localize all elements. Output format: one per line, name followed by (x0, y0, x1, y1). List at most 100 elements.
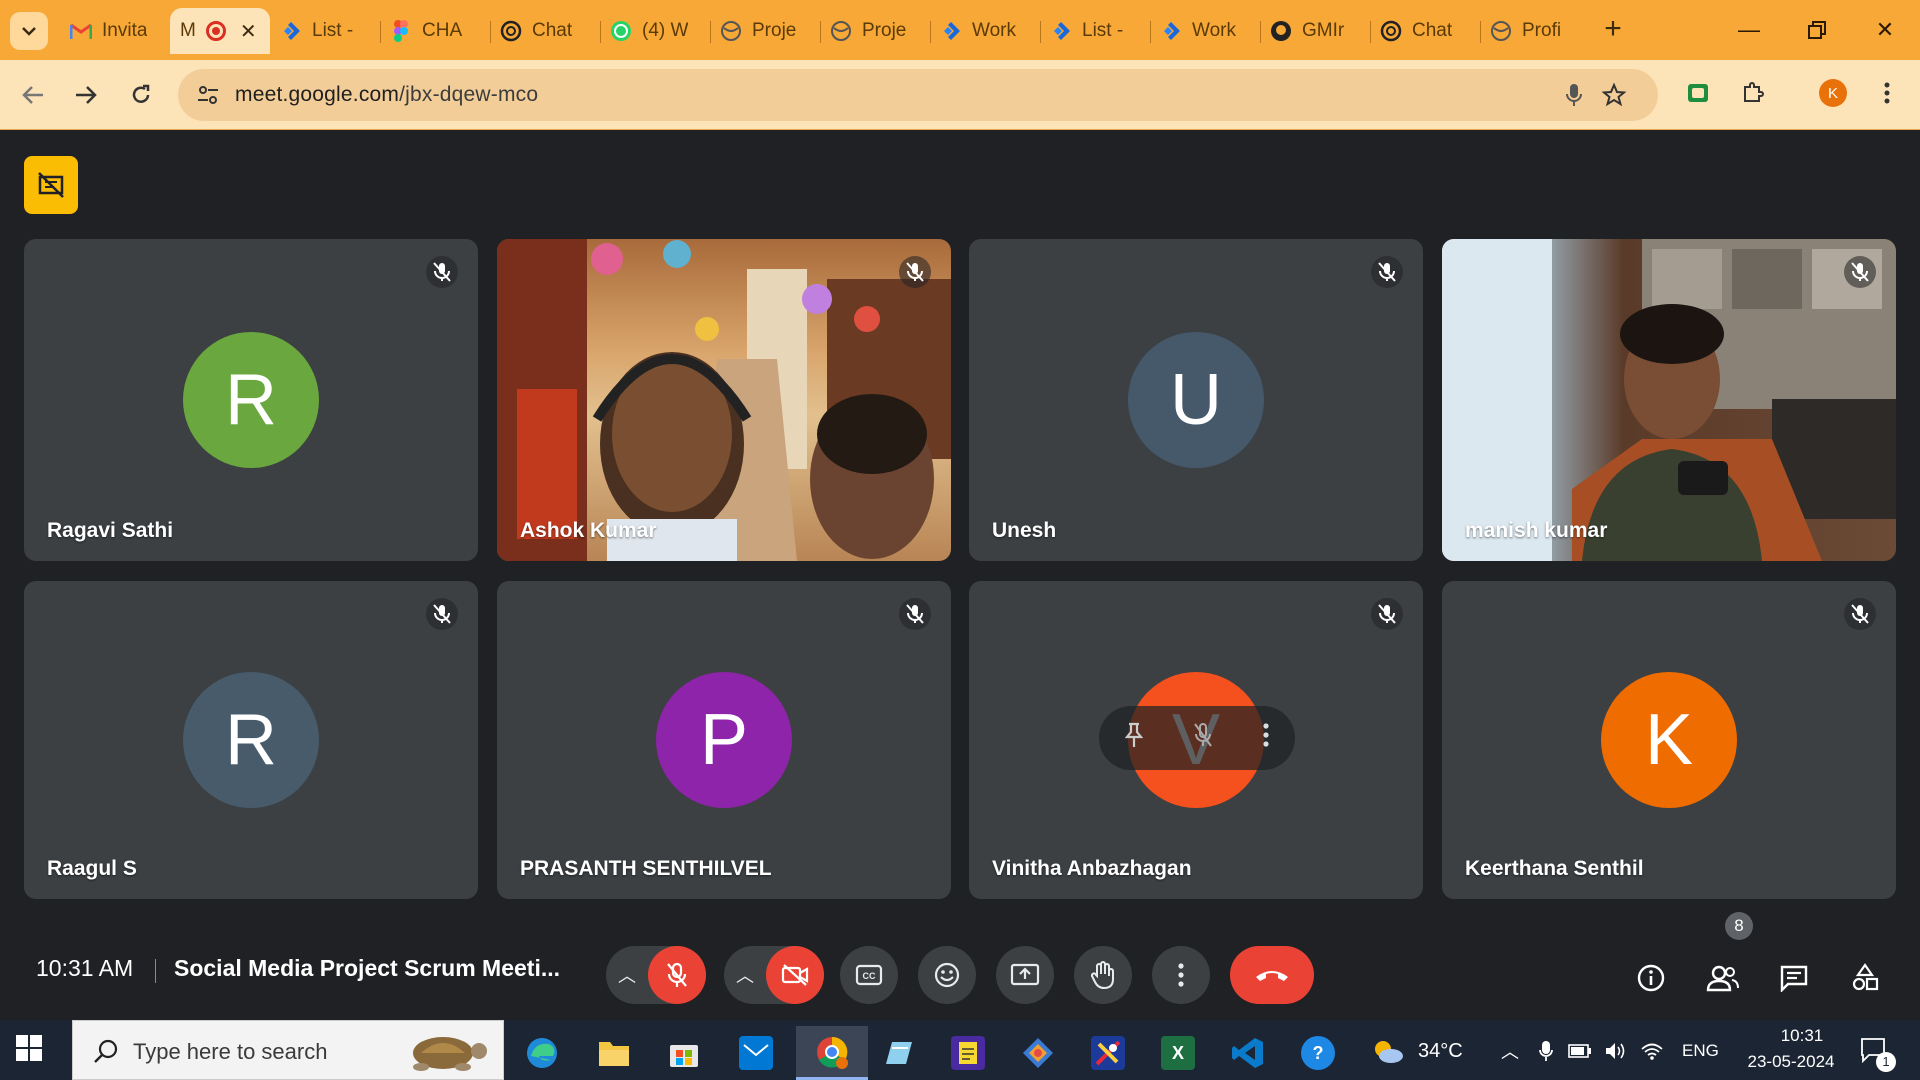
tab-label: Chat (1412, 20, 1453, 41)
participant-count-badge: 8 (1725, 912, 1753, 940)
profile-button[interactable]: K (1816, 76, 1850, 110)
reactions-button[interactable] (918, 946, 976, 1004)
present-screen-icon (1010, 963, 1040, 986)
jira-icon (1160, 20, 1182, 42)
github-icon (1270, 20, 1292, 42)
tab-label: Chat (532, 20, 573, 41)
microphone-control: ︿ (606, 946, 706, 1004)
extension-green-icon[interactable] (1681, 76, 1715, 110)
volume-icon[interactable] (1604, 1039, 1628, 1063)
taskbar-notepad[interactable] (868, 1026, 928, 1080)
taskbar-edge[interactable] (512, 1026, 572, 1080)
activities-button[interactable] (1846, 959, 1884, 997)
taskbar-chrome[interactable] (796, 1026, 868, 1080)
globe-icon (720, 20, 742, 42)
tab-github[interactable]: GMIr (1260, 8, 1370, 54)
captions-button[interactable]: CC (840, 946, 898, 1004)
tab-list: Invita M ✕ List - CHA Chat (4) W Proje P… (60, 8, 1590, 54)
participant-tile[interactable]: V Vinitha Anbazhagan (969, 581, 1423, 899)
globe-icon (1490, 20, 1512, 42)
voice-search-icon[interactable] (1561, 82, 1587, 108)
tab-meet[interactable]: M ✕ (170, 8, 270, 54)
address-bar[interactable]: meet.google.com/jbx-dqew-mco (178, 69, 1658, 121)
clock-time[interactable]: 10:31 (1762, 1026, 1842, 1046)
participant-tile[interactable]: manish kumar (1442, 239, 1896, 561)
pin-icon[interactable] (1124, 722, 1144, 754)
participant-tile[interactable]: K Keerthana Senthil (1442, 581, 1896, 899)
site-settings-icon[interactable] (196, 83, 220, 107)
participant-tile[interactable]: Ashok Kumar (497, 239, 951, 561)
tab-jira-list[interactable]: List - (270, 8, 380, 54)
mic-off-icon (1371, 598, 1403, 630)
camera-toggle-button[interactable] (766, 946, 824, 1004)
participant-avatar: R (183, 672, 319, 808)
meeting-details-button[interactable] (1632, 959, 1670, 997)
bookmark-star-icon[interactable] (1601, 82, 1627, 108)
tab-whatsapp[interactable]: (4) W (600, 8, 710, 54)
minimize-button[interactable]: — (1724, 10, 1774, 50)
microphone-tray-icon[interactable] (1534, 1039, 1558, 1063)
extensions-puzzle-icon[interactable] (1736, 76, 1770, 110)
chatgpt-icon (500, 20, 522, 42)
more-options-icon[interactable] (1263, 723, 1269, 753)
tab-jira-work-1[interactable]: Work (930, 8, 1040, 54)
taskbar-search-box[interactable]: Type here to search (72, 1020, 504, 1080)
battery-icon[interactable] (1568, 1039, 1592, 1063)
chat-button[interactable] (1775, 959, 1813, 997)
weather-icon[interactable] (1370, 1039, 1406, 1063)
reload-button[interactable] (122, 76, 160, 114)
leave-call-button[interactable] (1230, 946, 1314, 1004)
clock-date[interactable]: 23-05-2024 (1736, 1052, 1846, 1072)
video-options-chevron-icon[interactable]: ︿ (724, 962, 766, 988)
participant-tile[interactable]: P PRASANTH SENTHILVEL (497, 581, 951, 899)
input-language[interactable]: ENG (1682, 1041, 1719, 1061)
taskbar-vscode[interactable] (1218, 1026, 1278, 1080)
back-button[interactable] (14, 76, 52, 114)
tab-profile[interactable]: Profi (1480, 8, 1590, 54)
raise-hand-button[interactable] (1074, 946, 1132, 1004)
tab-gmail[interactable]: Invita (60, 8, 170, 54)
weather-temp[interactable]: 34°C (1418, 1040, 1463, 1063)
camera-off-icon (38, 172, 64, 198)
participant-tile[interactable]: R Ragavi Sathi (24, 239, 478, 561)
close-tab-icon[interactable]: ✕ (240, 19, 257, 44)
forward-button[interactable] (67, 76, 105, 114)
participant-tile[interactable]: U Unesh (969, 239, 1423, 561)
chatgpt-icon (1380, 20, 1402, 42)
divider (155, 959, 156, 983)
mic-off-icon (1844, 598, 1876, 630)
mute-participant-icon[interactable] (1194, 722, 1212, 754)
audio-options-chevron-icon[interactable]: ︿ (606, 962, 648, 988)
taskbar-sourcetree[interactable] (1008, 1026, 1068, 1080)
tab-project-1[interactable]: Proje (710, 8, 820, 54)
tab-search-button[interactable] (10, 12, 48, 50)
tray-overflow-chevron-icon[interactable]: ︿ (1498, 1039, 1522, 1063)
taskbar-sticky-notes[interactable] (938, 1026, 998, 1080)
browser-menu-icon[interactable] (1870, 76, 1904, 110)
tab-chatgpt-2[interactable]: Chat (1370, 8, 1480, 54)
start-button[interactable] (14, 1033, 48, 1067)
participant-tile[interactable]: R Raagul S (24, 581, 478, 899)
people-button[interactable] (1704, 959, 1742, 997)
globe-icon (830, 20, 852, 42)
taskbar-help[interactable]: ? (1288, 1026, 1348, 1080)
camera-off-notice-button[interactable] (24, 156, 78, 214)
taskbar-excel[interactable]: X (1148, 1026, 1208, 1080)
tab-project-2[interactable]: Proje (820, 8, 930, 54)
taskbar-mail[interactable] (726, 1026, 786, 1080)
taskbar-store[interactable] (654, 1026, 714, 1080)
tab-jira-list-2[interactable]: List - (1040, 8, 1150, 54)
taskbar-file-explorer[interactable] (584, 1026, 644, 1080)
wifi-icon[interactable] (1640, 1039, 1664, 1063)
tab-chatgpt[interactable]: Chat (490, 8, 600, 54)
mic-toggle-button[interactable] (648, 946, 706, 1004)
close-window-button[interactable]: ✕ (1860, 10, 1910, 50)
new-tab-button[interactable]: + (1596, 14, 1630, 48)
more-options-button[interactable] (1152, 946, 1210, 1004)
tab-figma[interactable]: CHA (380, 8, 490, 54)
restore-button[interactable] (1792, 10, 1842, 50)
participant-name: PRASANTH SENTHILVEL (520, 857, 772, 880)
tab-jira-work-2[interactable]: Work (1150, 8, 1260, 54)
taskbar-paint[interactable] (1078, 1026, 1138, 1080)
present-screen-button[interactable] (996, 946, 1054, 1004)
